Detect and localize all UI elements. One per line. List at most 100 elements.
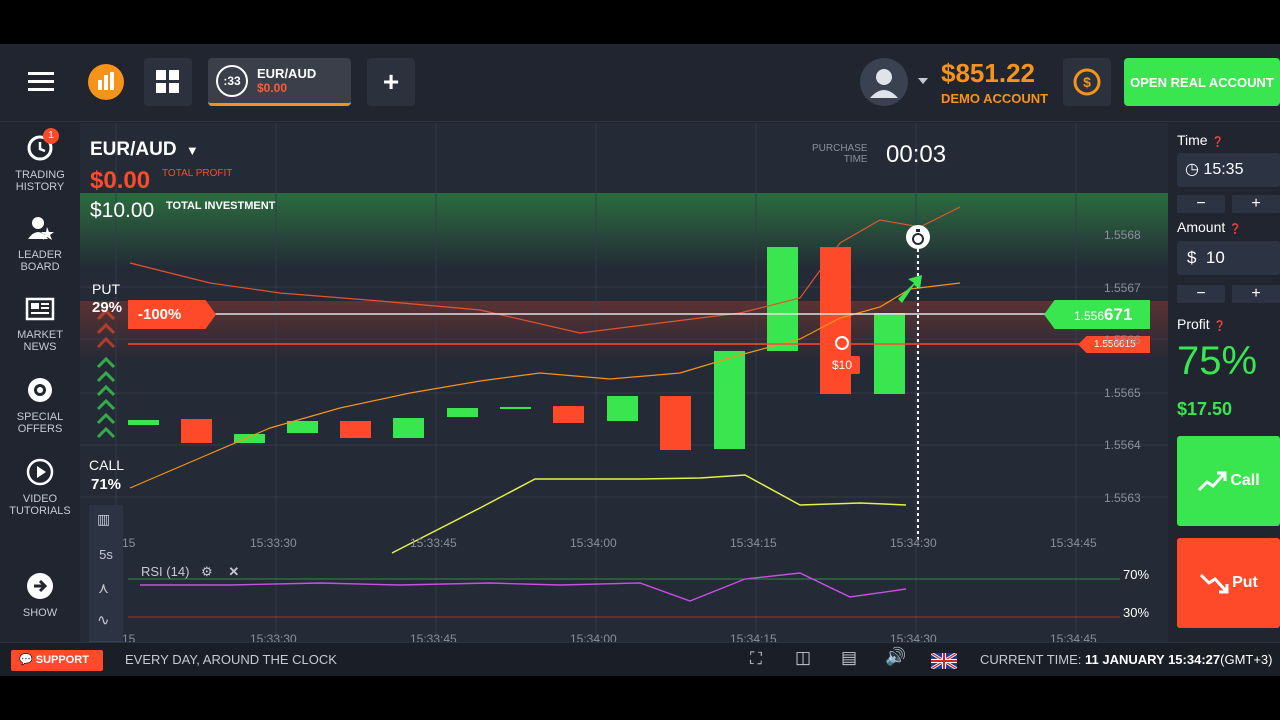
total-profit-label: TOTAL PROFIT — [162, 168, 233, 179]
sidebar-item-market-news[interactable]: MARKET NEWS — [0, 295, 80, 353]
interval-button[interactable]: 5s — [89, 547, 123, 562]
time-tick: 15:34:00 — [570, 632, 617, 642]
call-button[interactable]: Call — [1177, 436, 1280, 526]
candle — [660, 396, 691, 450]
price-tick: 1.5567 — [1104, 280, 1141, 295]
deal-marker: $10 — [824, 336, 860, 374]
call-percent: 71% — [91, 476, 122, 493]
add-asset-button[interactable]: + — [367, 58, 415, 106]
sidebar-label: VIDEO — [22, 493, 58, 505]
amount-value: 10 — [1205, 248, 1225, 267]
sidebar-item-leaderboard[interactable]: LEADER BOARD — [0, 213, 80, 273]
price-tick: 1.5564 — [1104, 438, 1141, 452]
sidebar-label: SPECIAL — [16, 411, 64, 423]
amount-label-text: Amount — [1177, 219, 1226, 235]
footer: 💬 SUPPORT EVERY DAY, AROUND THE CLOCK ⛶ … — [0, 642, 1280, 676]
sidebar-item-video-tutorials[interactable]: VIDEO TUTORIALS — [0, 457, 80, 517]
account-type[interactable]: DEMO ACCOUNT — [941, 91, 1048, 106]
sidebar: 1 TRADING HISTORY LEADER BOARD MARKET NE… — [0, 123, 80, 642]
amount-currency: $ — [1187, 248, 1197, 267]
sidebar-item-show[interactable]: SHOW — [0, 571, 80, 619]
put-button[interactable]: Put — [1177, 538, 1280, 628]
gear-icon[interactable]: ⚙ — [201, 564, 213, 579]
put-label: Put — [1232, 574, 1258, 591]
sidebar-label: OFFERS — [17, 423, 63, 435]
call-label: Call — [1230, 472, 1260, 489]
time-input[interactable]: ◷ 15:35 — [1177, 153, 1280, 187]
balance[interactable]: $851.22 — [941, 58, 1035, 89]
indicator-icon[interactable]: ⋏ — [98, 579, 109, 597]
top-bar: :33 EUR/AUD $0.00 + $851.22 DEMO ACCOUNT… — [0, 44, 1280, 122]
amount-plus-button[interactable]: + — [1232, 285, 1280, 303]
profit-label: Profit ❓ — [1177, 316, 1226, 332]
help-icon[interactable]: ❓ — [1229, 224, 1241, 235]
current-price-prefix: 1.556 — [1074, 309, 1105, 323]
profit-value: $17.50 — [1177, 399, 1233, 419]
chart-up-icon — [1198, 471, 1227, 492]
assets-grid-button[interactable] — [144, 58, 192, 106]
sidebar-label: LEADER — [17, 249, 63, 261]
book-icon[interactable]: ▤ — [841, 648, 857, 668]
price-tick: 1.5566 — [1104, 333, 1141, 347]
sidebar-item-special-offers[interactable]: SPECIAL OFFERS — [0, 375, 80, 435]
user-icon — [860, 58, 908, 106]
fullscreen-icon[interactable]: ⛶ — [750, 649, 762, 669]
svg-text:$: $ — [1083, 74, 1091, 90]
chart-area[interactable]: EUR/AUD ▼ $0.00 TOTAL PROFIT $10.00 TOTA… — [80, 123, 1168, 642]
trend-icon[interactable]: ∿ — [97, 611, 110, 629]
deposit-button[interactable]: $ — [1063, 58, 1111, 106]
time-minus-button[interactable]: − — [1177, 195, 1225, 213]
hamburger-icon — [28, 72, 54, 91]
purchase-time: 00:03 — [886, 141, 947, 168]
chart-tools: ▥ 5s ⋏ ∿ ✎ — [89, 505, 123, 642]
current-price-badge: 1.556671 — [1044, 300, 1150, 329]
asset-selector[interactable]: EUR/AUD ▼ — [90, 139, 199, 161]
price-tick: 1.5568 — [1104, 228, 1141, 242]
stopwatch-icon — [906, 225, 930, 249]
help-icon[interactable]: ❓ — [1211, 137, 1223, 148]
flag-uk-icon[interactable] — [931, 653, 957, 669]
timezone: (GMT+3) — [1220, 652, 1273, 667]
rsi-label: RSI (14) — [141, 564, 190, 579]
sound-icon[interactable]: 🔊 — [885, 647, 906, 667]
menu-button[interactable] — [18, 58, 66, 106]
deal-clock-icon — [835, 336, 849, 350]
candle — [607, 396, 638, 421]
candle — [874, 313, 905, 394]
timer-badge: :33 — [216, 64, 248, 97]
help-icon[interactable]: ❓ — [1214, 321, 1226, 332]
candle — [340, 421, 371, 438]
purchase-label: PURCHASE — [812, 143, 868, 154]
sidebar-label: TUTORIALS — [9, 505, 71, 517]
time-tick: 15:34:15 — [730, 632, 777, 642]
sidebar-item-trading-history[interactable]: 1 TRADING HISTORY — [0, 128, 80, 193]
chevron-down-icon[interactable] — [918, 78, 928, 86]
leaderboard-icon — [28, 217, 54, 240]
avatar[interactable] — [860, 58, 908, 106]
open-real-account-button[interactable]: OPEN REAL ACCOUNT — [1124, 58, 1280, 106]
time-tick: 15:33:30 — [250, 536, 297, 550]
candle — [767, 247, 798, 351]
close-icon[interactable]: ✕ — [228, 564, 239, 579]
total-investment-label: TOTAL INVESTMENT — [166, 200, 276, 212]
amount-input[interactable]: $ 10 — [1177, 241, 1280, 275]
candle — [553, 406, 584, 423]
time-tick: 15:33:30 — [250, 632, 297, 642]
candle — [128, 420, 159, 425]
chart-type-icon[interactable]: ▥ — [97, 511, 110, 528]
amount-minus-button[interactable]: − — [1177, 285, 1225, 303]
price-tick: 1.5563 — [1104, 490, 1141, 505]
time-tick: 15:34:15 — [730, 536, 777, 550]
chat-icon: 💬 — [19, 654, 33, 666]
put-label: PUT — [92, 281, 120, 297]
layout-icon[interactable]: ◫ — [795, 648, 811, 668]
support-button[interactable]: 💬 SUPPORT — [11, 650, 103, 671]
time-plus-button[interactable]: + — [1232, 195, 1280, 213]
tagline: EVERY DAY, AROUND THE CLOCK — [125, 652, 337, 667]
deposit-icon: $ — [1073, 68, 1101, 96]
put-percent: 29% — [92, 299, 123, 316]
sidebar-label: HISTORY — [15, 181, 65, 193]
plus-icon: + — [382, 66, 400, 97]
asset-name: EUR/AUD — [90, 139, 177, 160]
asset-tab[interactable]: :33 EUR/AUD $0.00 — [208, 58, 351, 106]
